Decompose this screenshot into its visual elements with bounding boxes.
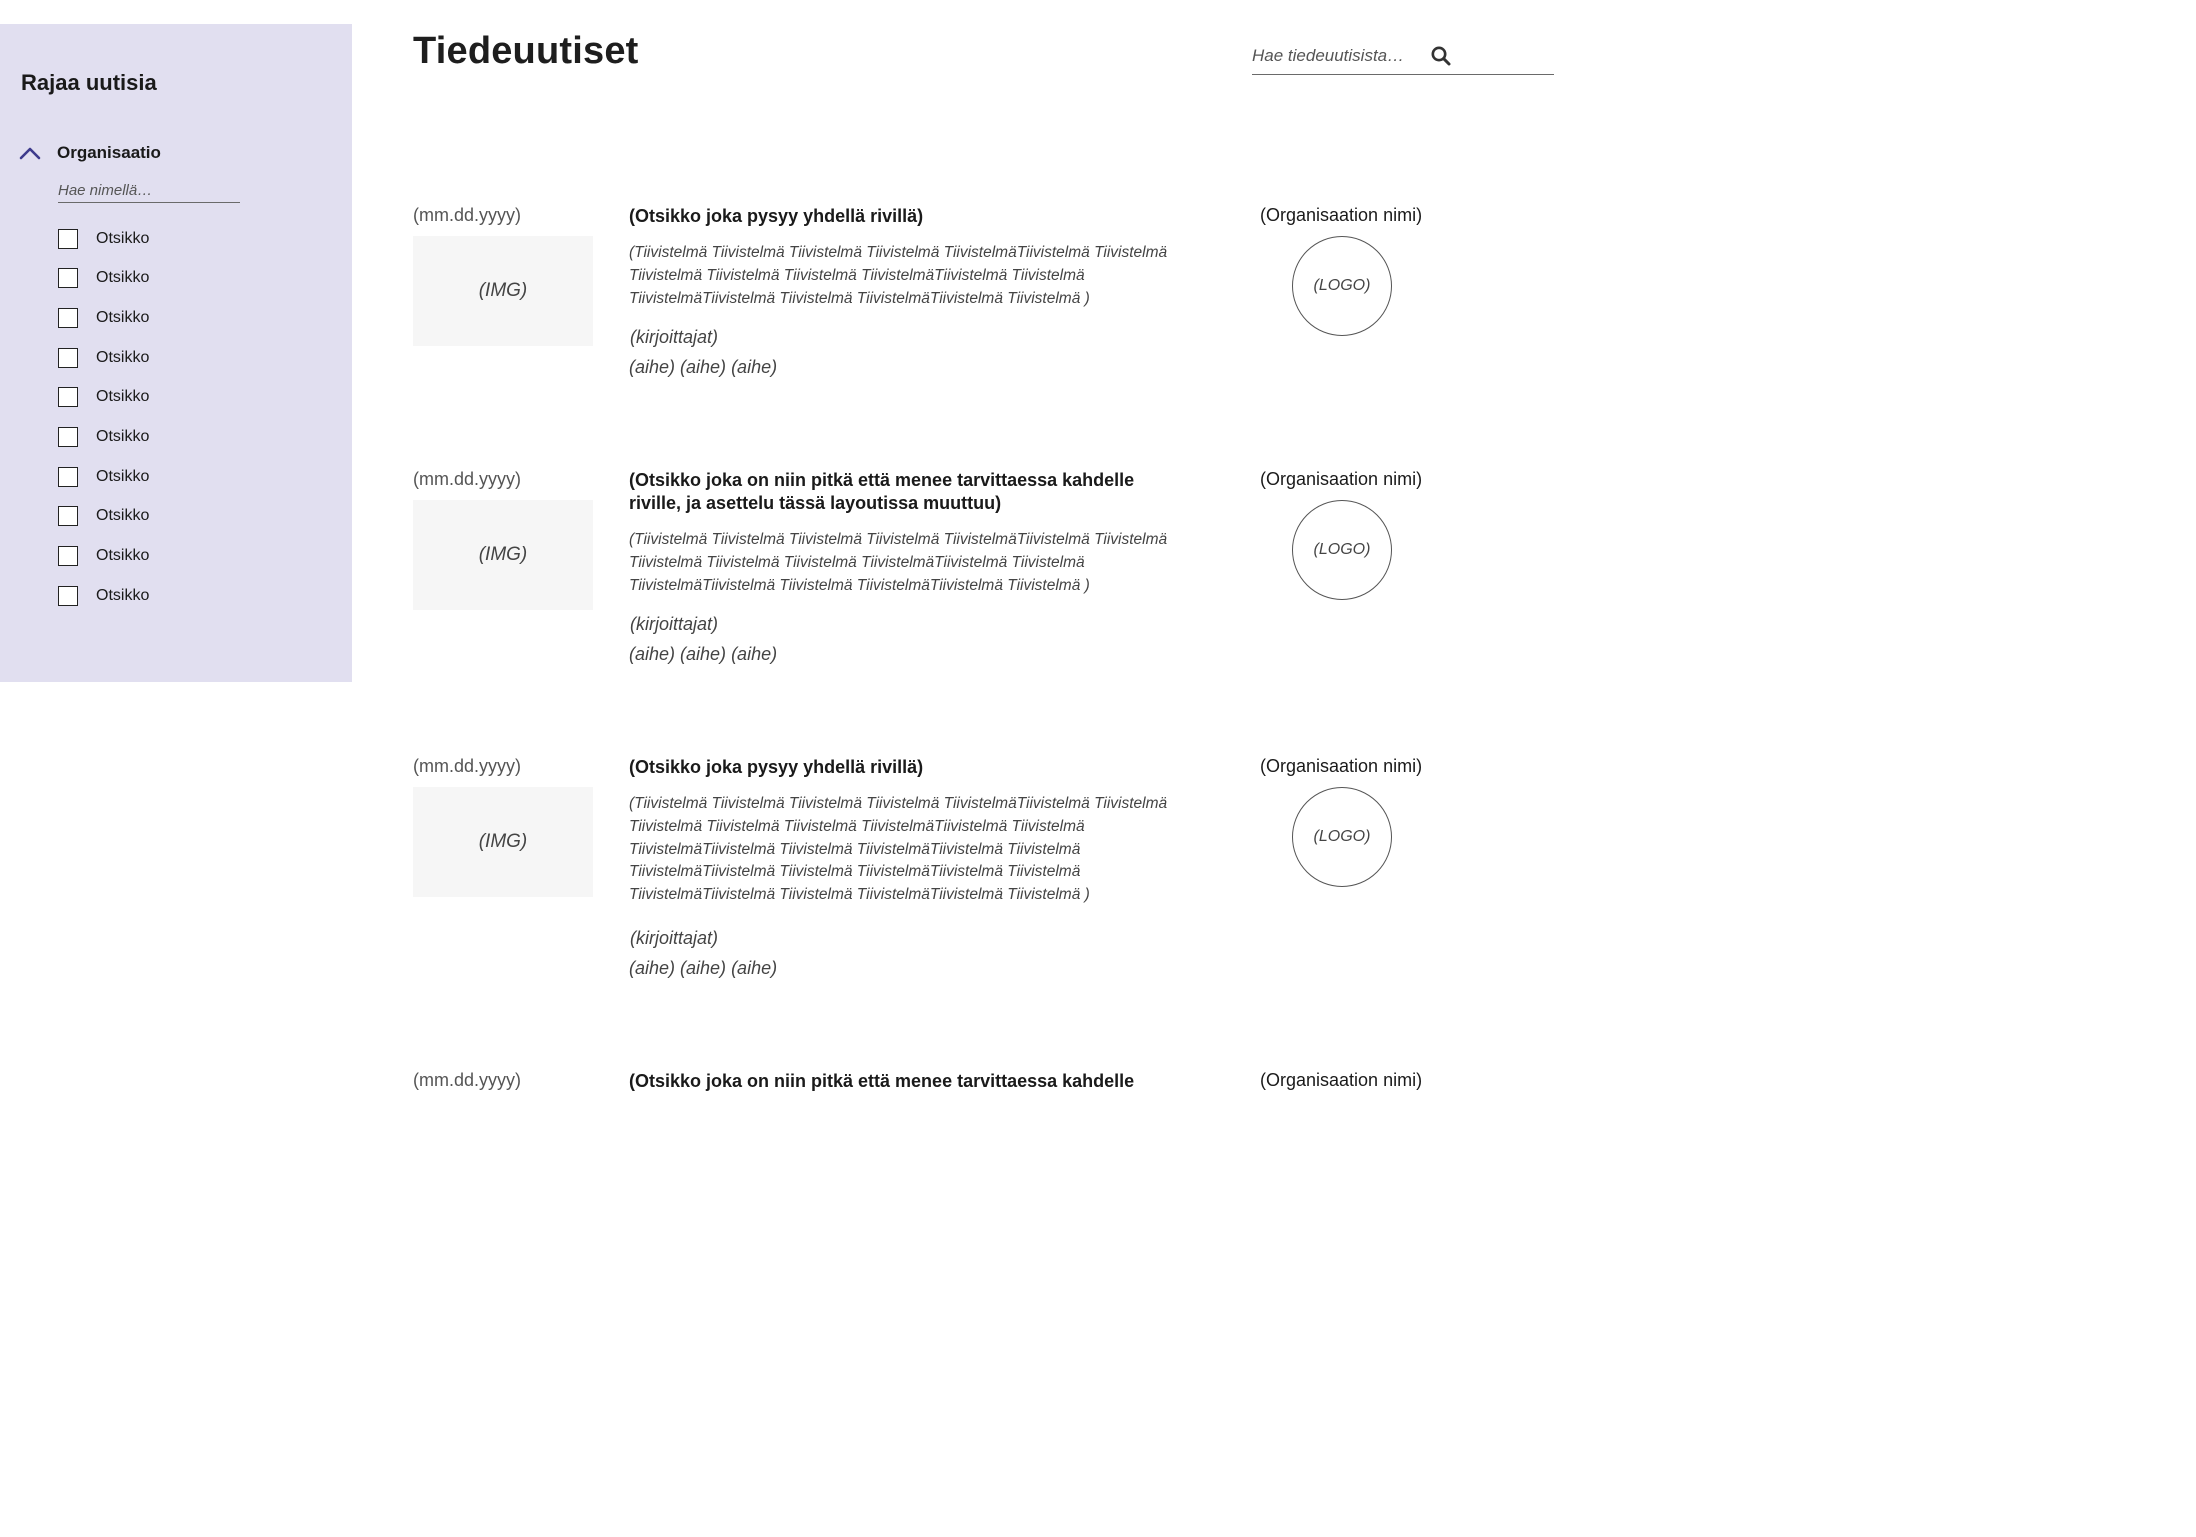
organisation-logo: (LOGO) — [1292, 787, 1392, 887]
topic-tag[interactable]: (aihe) — [680, 357, 726, 377]
organisation-name: (Organisaation nimi) — [1260, 205, 1423, 225]
organisation-logo: (LOGO) — [1292, 236, 1392, 336]
organisation-logo: (LOGO) — [1292, 500, 1392, 600]
article-topics: (aihe) (aihe) (aihe) — [629, 958, 782, 979]
checkbox[interactable] — [58, 426, 78, 447]
checkbox-label: Otsikko — [96, 427, 150, 445]
article-date: (mm.dd.yyyy) — [413, 756, 521, 776]
checkbox-item[interactable]: Otsikko — [58, 505, 149, 528]
checkbox[interactable] — [58, 387, 78, 408]
checkbox[interactable] — [58, 585, 78, 606]
checkbox-item[interactable]: Otsikko — [58, 584, 149, 607]
article-image[interactable]: (IMG) — [413, 236, 593, 346]
chevron-up-icon — [19, 145, 41, 161]
checkbox[interactable] — [58, 268, 78, 289]
article-date: (mm.dd.yyyy) — [413, 205, 521, 225]
article-image[interactable]: (IMG) — [413, 500, 593, 610]
checkbox-item[interactable]: Otsikko — [58, 465, 149, 488]
filter-group-label: Organisaatio — [57, 143, 161, 162]
organisation-name: (Organisaation nimi) — [1260, 1070, 1423, 1090]
organisation-checkbox-list: Otsikko Otsikko Otsikko Otsikko Otsikko … — [58, 227, 149, 624]
checkbox-item[interactable]: Otsikko — [58, 267, 149, 290]
checkbox[interactable] — [58, 466, 78, 487]
topic-tag[interactable]: (aihe) — [731, 357, 777, 377]
checkbox-label: Otsikko — [96, 467, 150, 485]
news-search — [1252, 40, 1554, 75]
checkbox-label: Otsikko — [96, 269, 150, 287]
article-date: (mm.dd.yyyy) — [413, 469, 521, 489]
article-title[interactable]: (Otsikko joka pysyy yhdellä rivillä) — [629, 756, 1139, 779]
article-image[interactable]: (IMG) — [413, 787, 593, 897]
article-title[interactable]: (Otsikko joka on niin pitkä että menee t… — [629, 469, 1139, 515]
checkbox[interactable] — [58, 228, 78, 249]
checkbox-label: Otsikko — [96, 388, 150, 406]
article-summary: (Tiivistelmä Tiivistelmä Tiivistelmä Tii… — [629, 795, 1168, 904]
topic-tag[interactable]: (aihe) — [731, 958, 777, 978]
topic-tag[interactable]: (aihe) — [629, 357, 675, 377]
topic-tag[interactable]: (aihe) — [629, 644, 675, 664]
article-summary: (Tiivistelmä Tiivistelmä Tiivistelmä Tii… — [629, 531, 1168, 594]
checkbox-item[interactable]: Otsikko — [58, 346, 149, 369]
news-search-input[interactable] — [1252, 44, 1422, 68]
checkbox-label: Otsikko — [96, 308, 150, 326]
article-authors: (kirjoittajat) — [630, 327, 719, 347]
checkbox-label: Otsikko — [96, 547, 150, 564]
checkbox-label: Otsikko — [96, 348, 150, 366]
sidebar-title: Rajaa uutisia — [21, 70, 157, 95]
search-icon[interactable] — [1430, 45, 1452, 67]
topic-tag[interactable]: (aihe) — [680, 644, 726, 664]
checkbox[interactable] — [58, 307, 78, 328]
filter-sidebar: Rajaa uutisia Organisaatio Otsikko Otsik… — [0, 24, 352, 682]
page-title: Tiedeuutiset — [413, 30, 639, 72]
checkbox[interactable] — [58, 546, 78, 566]
article-authors: (kirjoittajat) — [630, 614, 719, 634]
article-date: (mm.dd.yyyy) — [413, 1070, 521, 1090]
checkbox-label: Otsikko — [96, 586, 150, 604]
checkbox-item[interactable]: Otsikko — [58, 227, 149, 250]
checkbox-item[interactable]: Otsikko — [58, 306, 149, 329]
checkbox-label: Otsikko — [96, 507, 150, 525]
checkbox-item[interactable]: Otsikko — [58, 386, 149, 409]
checkbox-item[interactable]: Otsikko — [58, 425, 149, 448]
organisation-filter-toggle[interactable]: Organisaatio — [19, 140, 269, 166]
topic-tag[interactable]: (aihe) — [629, 958, 675, 978]
organisation-name: (Organisaation nimi) — [1260, 469, 1423, 489]
checkbox-item[interactable]: Otsikko — [58, 545, 149, 568]
article-summary: (Tiivistelmä Tiivistelmä Tiivistelmä Tii… — [629, 244, 1168, 307]
checkbox-label: Otsikko — [96, 229, 150, 247]
topic-tag[interactable]: (aihe) — [680, 958, 726, 978]
checkbox[interactable] — [58, 347, 78, 368]
article-topics: (aihe) (aihe) (aihe) — [629, 357, 782, 378]
article-title[interactable]: (Otsikko joka on niin pitkä että menee t… — [629, 1070, 1139, 1093]
article-authors: (kirjoittajat) — [630, 928, 719, 948]
organisation-name: (Organisaation nimi) — [1260, 756, 1423, 776]
article-topics: (aihe) (aihe) (aihe) — [629, 644, 782, 665]
article-title[interactable]: (Otsikko joka pysyy yhdellä rivillä) — [629, 205, 1139, 228]
topic-tag[interactable]: (aihe) — [731, 644, 777, 664]
checkbox[interactable] — [58, 506, 78, 527]
organisation-search-input[interactable] — [58, 178, 240, 203]
